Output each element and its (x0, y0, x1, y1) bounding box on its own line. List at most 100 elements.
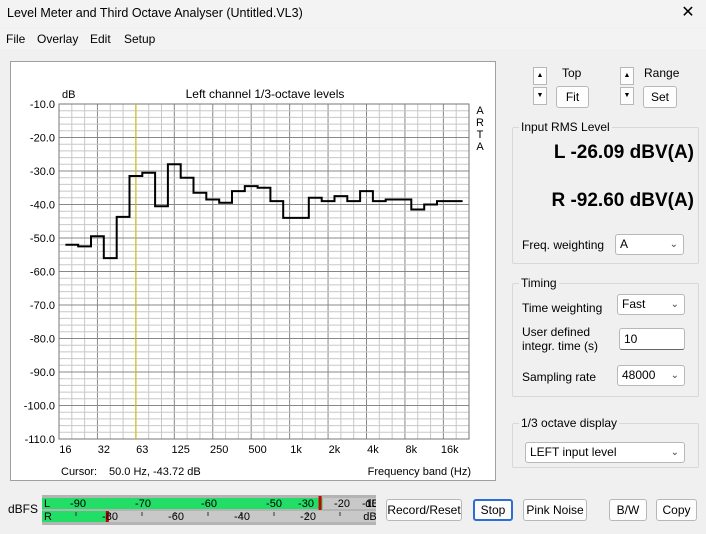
user-defined-label: User defined (522, 325, 591, 339)
cursor-readout: 50.0 Hz, -43.72 dB (109, 466, 201, 478)
pink-noise-button[interactable]: Pink Noise (523, 499, 587, 521)
integration-time-value: 10 (624, 332, 638, 346)
y-axis-ticks: -10.0 -20.0 -30.0 -40.0 -50.0 -60.0 -70.0 -80.0… (24, 99, 55, 446)
meter-top-tick: -20 (334, 498, 350, 510)
x-axis-label: Frequency band (Hz) (368, 466, 471, 478)
graph-title: Left channel 1/3-octave levels (186, 87, 345, 101)
time-weighting-select[interactable]: Fast ⌄ (617, 294, 685, 315)
integration-time-input[interactable]: 10 (619, 328, 685, 350)
meter-channel-r: R (44, 511, 52, 523)
x-tick-label: 32 (98, 444, 110, 456)
menu-setup[interactable]: Setup (124, 32, 155, 46)
input-rms-group-label: Input RMS Level (519, 120, 612, 134)
watermark-letter-a2: A (476, 141, 484, 153)
spectrum-graph[interactable]: dB Left channel 1/3-octave levels A R T … (10, 61, 496, 481)
sampling-rate-select[interactable]: 48000 ⌄ (617, 365, 685, 386)
range-label: Range (644, 66, 680, 80)
x-tick-label: 500 (248, 444, 266, 456)
y-tick-label: -90.0 (30, 367, 55, 379)
y-tick-label: -100.0 (24, 401, 55, 413)
meter-bottom-tick: -80 (102, 511, 118, 523)
sampling-rate-value: 48000 (622, 368, 656, 382)
x-tick-label: 1k (290, 444, 302, 456)
graph-canvas: dB Left channel 1/3-octave levels A R T … (24, 87, 485, 478)
record-reset-button[interactable]: Record/Reset (386, 499, 462, 521)
meter-top-tick: -70 (135, 498, 151, 510)
sampling-rate-label: Sampling rate (522, 370, 597, 384)
x-tick-label: 16 (59, 444, 71, 456)
x-tick-label: 250 (210, 444, 228, 456)
level-meter: L R -90 -70 -60 -50 -30 -20 -10 dB -80 -60 -40 -20 dB (42, 495, 379, 525)
freq-weighting-label: Freq. weighting (522, 238, 605, 252)
arrow-up-icon: ▲ (623, 72, 631, 79)
chevron-down-icon: ⌄ (670, 447, 679, 458)
chevron-down-icon: ⌄ (669, 239, 678, 250)
freq-weighting-select[interactable]: A ⌄ (615, 234, 684, 255)
freq-weighting-value: A (620, 237, 629, 251)
y-tick-label: -50.0 (30, 233, 55, 245)
x-tick-label: 63 (136, 444, 148, 456)
integration-time-label: integr. time (s) (522, 339, 599, 353)
x-tick-label: 4k (367, 444, 379, 456)
watermark-letter-r: R (476, 117, 484, 129)
time-weighting-value: Fast (622, 297, 646, 311)
time-weighting-label: Time weighting (522, 301, 603, 315)
meter-top-tick: -60 (201, 498, 217, 510)
top-label: Top (562, 66, 582, 80)
unit-label: dB (62, 89, 75, 101)
title-bar: Level Meter and Third Octave Analyser (U… (0, 0, 706, 28)
y-tick-label: -30.0 (30, 166, 55, 178)
meter-bottom-tick: -60 (168, 511, 184, 523)
meter-top-tick: -90 (70, 498, 86, 510)
bw-button[interactable]: B/W (609, 499, 647, 521)
watermark-letter-t: T (477, 129, 484, 141)
meter-right-fill (42, 511, 109, 522)
octave-display-value: LEFT input level (530, 445, 617, 459)
y-tick-label: -20.0 (30, 133, 55, 145)
meter-bottom-tick: dB (363, 511, 376, 523)
cursor-label: Cursor: (61, 466, 97, 478)
menu-bar: File Overlay Edit Setup (0, 29, 706, 49)
menu-overlay[interactable]: Overlay (37, 32, 78, 46)
x-tick-label: 8k (406, 444, 418, 456)
x-tick-label: 125 (172, 444, 190, 456)
arrow-down-icon: ▼ (623, 92, 631, 99)
copy-button[interactable]: Copy (656, 499, 697, 521)
meter-left-peak (318, 496, 322, 510)
range-down-button[interactable]: ▼ (620, 87, 634, 105)
x-tick-label: 16k (441, 444, 459, 456)
top-down-button[interactable]: ▼ (533, 87, 547, 105)
chevron-down-icon: ⌄ (670, 370, 679, 381)
y-tick-label: -80.0 (30, 334, 55, 346)
y-tick-label: -110.0 (25, 434, 55, 446)
level-meter-canvas: LR-90 -70 -60 -50 -30 -20 -10dB-80 -60 -40 -20 dB (42, 495, 379, 525)
top-up-button[interactable]: ▲ (533, 67, 547, 85)
fit-button[interactable]: Fit (556, 86, 589, 108)
dbfs-label: dBFS (8, 502, 39, 516)
octave-display-group-label: 1/3 octave display (519, 416, 620, 430)
chevron-down-icon: ⌄ (670, 299, 679, 310)
meter-top-tick: -30 (298, 498, 314, 510)
y-tick-label: -70.0 (30, 300, 55, 312)
meter-bottom-tick: -40 (234, 511, 250, 523)
stop-button[interactable]: Stop (473, 499, 513, 521)
x-tick-label: 2k (329, 444, 341, 456)
timing-group-label: Timing (519, 276, 559, 290)
y-tick-label: -40.0 (30, 200, 55, 212)
watermark-letter-a1: A (476, 105, 484, 117)
menu-edit[interactable]: Edit (90, 32, 111, 46)
y-tick-label: -60.0 (30, 267, 55, 279)
menu-file[interactable]: File (6, 32, 25, 46)
x-axis-ticks: 16 32 63 125 250 500 1k 2k 4k 8k 16k (59, 444, 459, 456)
close-icon[interactable]: ✕ (678, 3, 698, 23)
right-rms-value: R -92.60 dBV(A) (551, 190, 694, 211)
arrow-down-icon: ▼ (536, 92, 544, 99)
set-button[interactable]: Set (643, 86, 677, 108)
meter-top-tick: dB (365, 498, 376, 510)
meter-bottom-tick: -20 (300, 511, 316, 523)
octave-display-select[interactable]: LEFT input level ⌄ (525, 442, 685, 463)
arrow-up-icon: ▲ (536, 72, 544, 79)
range-up-button[interactable]: ▲ (620, 67, 634, 85)
window-title: Level Meter and Third Octave Analyser (U… (7, 6, 303, 20)
y-tick-label: -10.0 (30, 99, 55, 111)
